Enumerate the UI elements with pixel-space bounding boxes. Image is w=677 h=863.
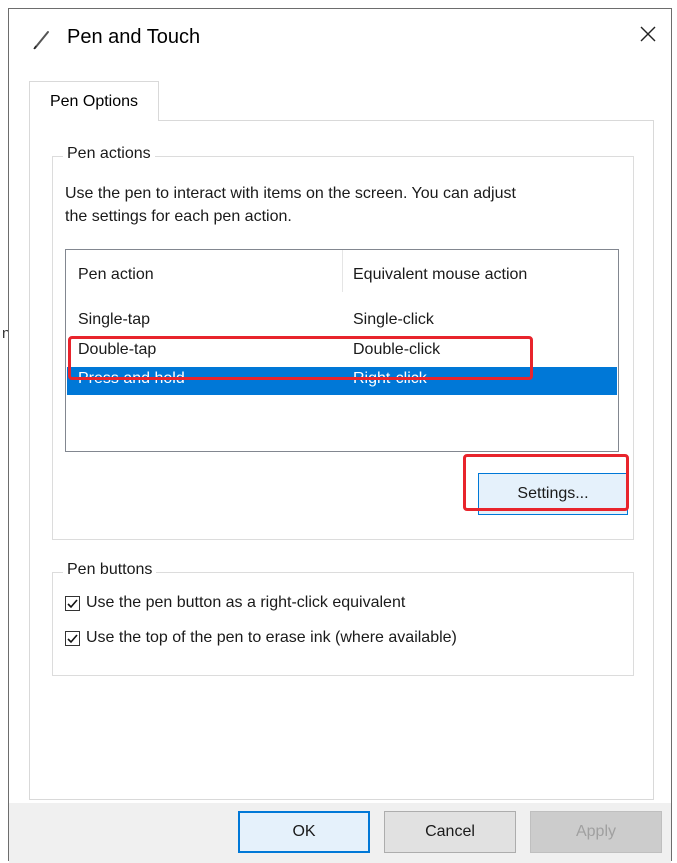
list-item[interactable]: Single-tap Single-click bbox=[67, 308, 617, 336]
checkbox-label[interactable]: Use the pen button as a right-click equi… bbox=[86, 594, 405, 612]
ok-button[interactable]: OK bbox=[238, 811, 370, 853]
title-bar: Pen and Touch bbox=[9, 9, 671, 65]
pen-and-touch-dialog: Pen and Touch Pen Options Pen actions Us… bbox=[8, 8, 672, 863]
checkbox-label[interactable]: Use the top of the pen to erase ink (whe… bbox=[86, 629, 457, 647]
pen-buttons-group: Pen buttons Use the pen button as a righ… bbox=[52, 561, 634, 676]
pen-action-cell: Double-tap bbox=[78, 341, 157, 358]
dialog-footer: OK Cancel Apply bbox=[9, 803, 671, 863]
pen-action-cell: Single-tap bbox=[78, 311, 151, 328]
checkbox-checked[interactable] bbox=[65, 595, 80, 611]
pen-actions-group: Pen actions Use the pen to interact with… bbox=[52, 145, 634, 540]
settings-button[interactable]: Settings... bbox=[478, 473, 628, 515]
list-item[interactable]: Double-tap Double-click bbox=[67, 338, 617, 366]
cancel-button[interactable]: Cancel bbox=[384, 811, 516, 853]
column-header-mouse-action[interactable]: Equivalent mouse action bbox=[353, 266, 527, 284]
pen-button-right-click-option[interactable]: Use the pen button as a right-click equi… bbox=[65, 594, 405, 612]
close-button[interactable] bbox=[625, 15, 671, 57]
pen-action-cell: Press and hold bbox=[78, 370, 185, 387]
mouse-action-cell: Double-click bbox=[353, 341, 441, 358]
checkbox-checked[interactable] bbox=[65, 630, 80, 646]
column-separator[interactable] bbox=[342, 250, 343, 292]
pen-top-erase-option[interactable]: Use the top of the pen to erase ink (whe… bbox=[65, 629, 457, 647]
column-header-pen-action[interactable]: Pen action bbox=[78, 266, 154, 284]
tab-pen-options[interactable]: Pen Options bbox=[29, 81, 159, 121]
pen-actions-group-label: Pen actions bbox=[63, 145, 155, 163]
description-line-1: Use the pen to interact with items on th… bbox=[65, 185, 516, 202]
close-icon bbox=[639, 25, 657, 48]
apply-button[interactable]: Apply bbox=[530, 811, 662, 853]
list-item-selected[interactable]: Press and hold Right-click bbox=[67, 367, 617, 395]
mouse-action-cell: Right-click bbox=[353, 370, 427, 387]
description-line-2: the settings for each pen action. bbox=[65, 208, 292, 225]
pen-icon bbox=[31, 29, 53, 51]
pen-actions-list[interactable]: Pen action Equivalent mouse action Singl… bbox=[65, 249, 619, 452]
mouse-action-cell: Single-click bbox=[353, 311, 434, 328]
pen-actions-description: Use the pen to interact with items on th… bbox=[65, 182, 631, 228]
window-title: Pen and Touch bbox=[67, 26, 201, 48]
tab-panel: Pen actions Use the pen to interact with… bbox=[29, 120, 654, 800]
pen-buttons-group-label: Pen buttons bbox=[63, 561, 157, 579]
